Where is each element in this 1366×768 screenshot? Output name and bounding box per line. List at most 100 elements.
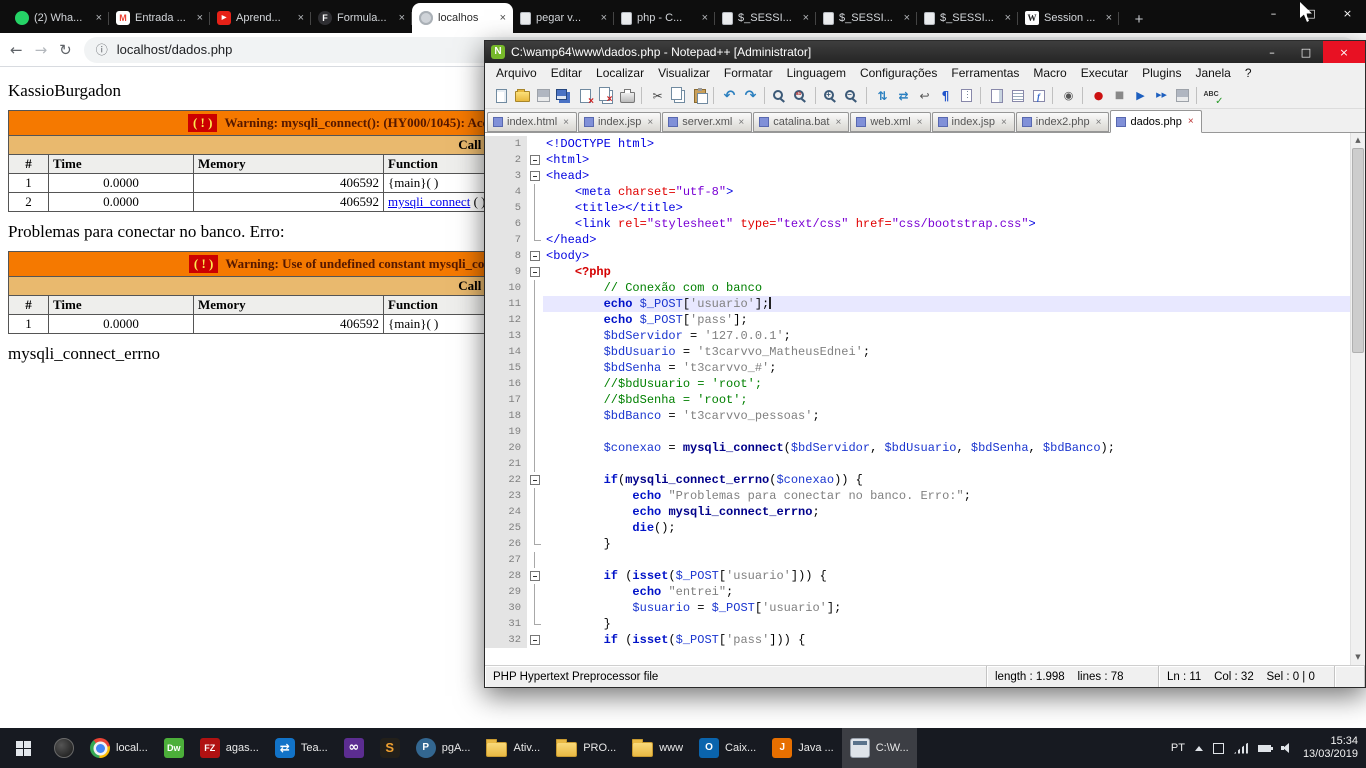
tab-close-icon[interactable]: × bbox=[1096, 117, 1102, 128]
new-tab-button[interactable]: + bbox=[1125, 5, 1153, 33]
code-line[interactable]: 27 bbox=[485, 552, 1350, 568]
taskbar-item-notepad-admin[interactable]: C:\W... bbox=[842, 728, 917, 768]
menu-plugins[interactable]: Plugins bbox=[1135, 66, 1188, 80]
clock[interactable]: 15:34 13/03/2019 bbox=[1303, 735, 1358, 761]
open-file-icon[interactable] bbox=[512, 85, 533, 106]
tab-close-icon[interactable]: × bbox=[917, 117, 923, 128]
scroll-down-icon[interactable]: ▼ bbox=[1351, 650, 1365, 665]
scrollbar-thumb[interactable] bbox=[1352, 148, 1364, 353]
find-icon[interactable] bbox=[770, 85, 791, 106]
menu-linguagem[interactable]: Linguagem bbox=[780, 66, 853, 80]
fold-toggle-icon[interactable] bbox=[527, 568, 543, 584]
browser-tab[interactable]: php - C...× bbox=[614, 3, 715, 33]
code-line[interactable]: 13 $bdServidor = '127.0.0.1'; bbox=[485, 328, 1350, 344]
fold-toggle-icon[interactable] bbox=[527, 168, 543, 184]
code-line[interactable]: 6 <link rel="stylesheet" type="text/css"… bbox=[485, 216, 1350, 232]
fold-toggle-icon[interactable] bbox=[527, 264, 543, 280]
tab-close-icon[interactable]: × bbox=[96, 12, 102, 24]
menu-arquivo[interactable]: Arquivo bbox=[489, 66, 544, 80]
monitoring-icon[interactable]: ◉ bbox=[1058, 85, 1079, 106]
taskbar-item-filezilla[interactable]: FZagas... bbox=[192, 728, 267, 768]
code-line[interactable]: 23 echo "Problemas para conectar no banc… bbox=[485, 488, 1350, 504]
npp-close-button[interactable]: × bbox=[1323, 41, 1365, 63]
browser-tab[interactable]: localhos× bbox=[412, 3, 513, 33]
show-all-chars-icon[interactable]: ¶ bbox=[935, 85, 956, 106]
menu-configuracoes[interactable]: Configurações bbox=[853, 66, 944, 80]
code-line[interactable]: 9 <?php bbox=[485, 264, 1350, 280]
npp-minimize-button[interactable]: – bbox=[1255, 41, 1289, 63]
editor-tab[interactable]: index.html× bbox=[487, 112, 577, 132]
browser-tab[interactable]: MEntrada ...× bbox=[109, 3, 210, 33]
code-line[interactable]: 7</head> bbox=[485, 232, 1350, 248]
code-line[interactable]: 28 if (isset($_POST['usuario'])) { bbox=[485, 568, 1350, 584]
editor-tab[interactable]: web.xml× bbox=[850, 112, 930, 132]
doc-map-icon[interactable] bbox=[986, 85, 1007, 106]
play-macro-icon[interactable]: ▶ bbox=[1130, 85, 1151, 106]
taskbar-item-java[interactable]: JJava ... bbox=[764, 728, 841, 768]
menu-help[interactable]: ? bbox=[1238, 66, 1259, 80]
minimize-button[interactable]: – bbox=[1255, 0, 1292, 28]
code-line[interactable]: 16 //$bdUsuario = 'root'; bbox=[485, 376, 1350, 392]
tab-close-icon[interactable]: × bbox=[904, 12, 910, 24]
network-icon[interactable] bbox=[1234, 743, 1248, 754]
tab-close-icon[interactable]: × bbox=[803, 12, 809, 24]
browser-tab[interactable]: ▶Aprend...× bbox=[210, 3, 311, 33]
tab-close-icon[interactable]: × bbox=[1106, 12, 1112, 24]
browser-tab[interactable]: $_SESSI...× bbox=[917, 3, 1018, 33]
code-line[interactable]: 18 $bdBanco = 't3carvvo_pessoas'; bbox=[485, 408, 1350, 424]
stop-macro-icon[interactable]: ■ bbox=[1109, 85, 1130, 106]
code-line[interactable]: 8<body> bbox=[485, 248, 1350, 264]
browser-tab[interactable]: FFormula...× bbox=[311, 3, 412, 33]
fold-toggle-icon[interactable] bbox=[527, 248, 543, 264]
code-line[interactable]: 4 <meta charset="utf-8"> bbox=[485, 184, 1350, 200]
save-all-icon[interactable] bbox=[554, 85, 575, 106]
undo-icon[interactable]: ↶ bbox=[719, 85, 740, 106]
run-macro-multi-icon[interactable]: ▶▶ bbox=[1151, 85, 1172, 106]
code-line[interactable]: 29 echo "entrei"; bbox=[485, 584, 1350, 600]
code-line[interactable]: 3<head> bbox=[485, 168, 1350, 184]
code-line[interactable]: 1<!DOCTYPE html> bbox=[485, 136, 1350, 152]
code-line[interactable]: 20 $conexao = mysqli_connect($bdServidor… bbox=[485, 440, 1350, 456]
taskbar-item-pinned-app[interactable] bbox=[46, 728, 82, 768]
code-line[interactable]: 14 $bdUsuario = 't3carvvo_MatheusEdnei'; bbox=[485, 344, 1350, 360]
cut-icon[interactable]: ✂ bbox=[647, 85, 668, 106]
code-line[interactable]: 31 } bbox=[485, 616, 1350, 632]
tab-close-icon[interactable]: × bbox=[738, 117, 744, 128]
npp-maximize-button[interactable]: □ bbox=[1289, 41, 1323, 63]
code-line[interactable]: 30 $usuario = $_POST['usuario']; bbox=[485, 600, 1350, 616]
code-line[interactable]: 5 <title></title> bbox=[485, 200, 1350, 216]
zoom-in-icon[interactable] bbox=[821, 85, 842, 106]
tab-close-icon[interactable]: × bbox=[601, 12, 607, 24]
menu-ferramentas[interactable]: Ferramentas bbox=[944, 66, 1026, 80]
editor-tab[interactable]: dados.php× bbox=[1110, 110, 1201, 133]
taskbar-item-sublime[interactable]: S bbox=[372, 728, 408, 768]
reload-icon[interactable]: ↻ bbox=[59, 41, 72, 59]
code-line[interactable]: 2<html> bbox=[485, 152, 1350, 168]
tab-close-icon[interactable]: × bbox=[1188, 116, 1194, 127]
record-macro-icon[interactable]: ● bbox=[1088, 85, 1109, 106]
replace-icon[interactable] bbox=[791, 85, 812, 106]
browser-tab[interactable]: WSession ...× bbox=[1018, 3, 1119, 33]
tab-close-icon[interactable]: × bbox=[835, 117, 841, 128]
print-icon[interactable] bbox=[617, 85, 638, 106]
tab-close-icon[interactable]: × bbox=[647, 117, 653, 128]
tab-close-icon[interactable]: × bbox=[1001, 117, 1007, 128]
code-line[interactable]: 11 echo $_POST['usuario']; bbox=[485, 296, 1350, 312]
maximize-button[interactable]: □ bbox=[1292, 0, 1329, 28]
function-doc-link[interactable]: mysqli_connect bbox=[388, 194, 470, 209]
tray-app-icon[interactable] bbox=[1213, 743, 1224, 754]
fold-toggle-icon[interactable] bbox=[527, 472, 543, 488]
sync-horizontal-icon[interactable]: ⇄ bbox=[893, 85, 914, 106]
menu-localizar[interactable]: Localizar bbox=[589, 66, 651, 80]
code-line[interactable]: 17 //$bdSenha = 'root'; bbox=[485, 392, 1350, 408]
start-button[interactable] bbox=[0, 728, 46, 768]
function-list-icon[interactable]: f bbox=[1028, 85, 1049, 106]
code-area[interactable]: 1<!DOCTYPE html>2<html>3<head>4 <meta ch… bbox=[485, 133, 1350, 665]
code-line[interactable]: 25 die(); bbox=[485, 520, 1350, 536]
code-line[interactable]: 15 $bdSenha = 't3carvvo_#'; bbox=[485, 360, 1350, 376]
volume-icon[interactable] bbox=[1281, 743, 1293, 753]
taskbar-item-pgadmin[interactable]: PpgA... bbox=[408, 728, 479, 768]
editor-tab[interactable]: index2.php× bbox=[1016, 112, 1110, 132]
page-info-icon[interactable]: ⓘ bbox=[96, 41, 108, 58]
redo-icon[interactable]: ↷ bbox=[740, 85, 761, 106]
